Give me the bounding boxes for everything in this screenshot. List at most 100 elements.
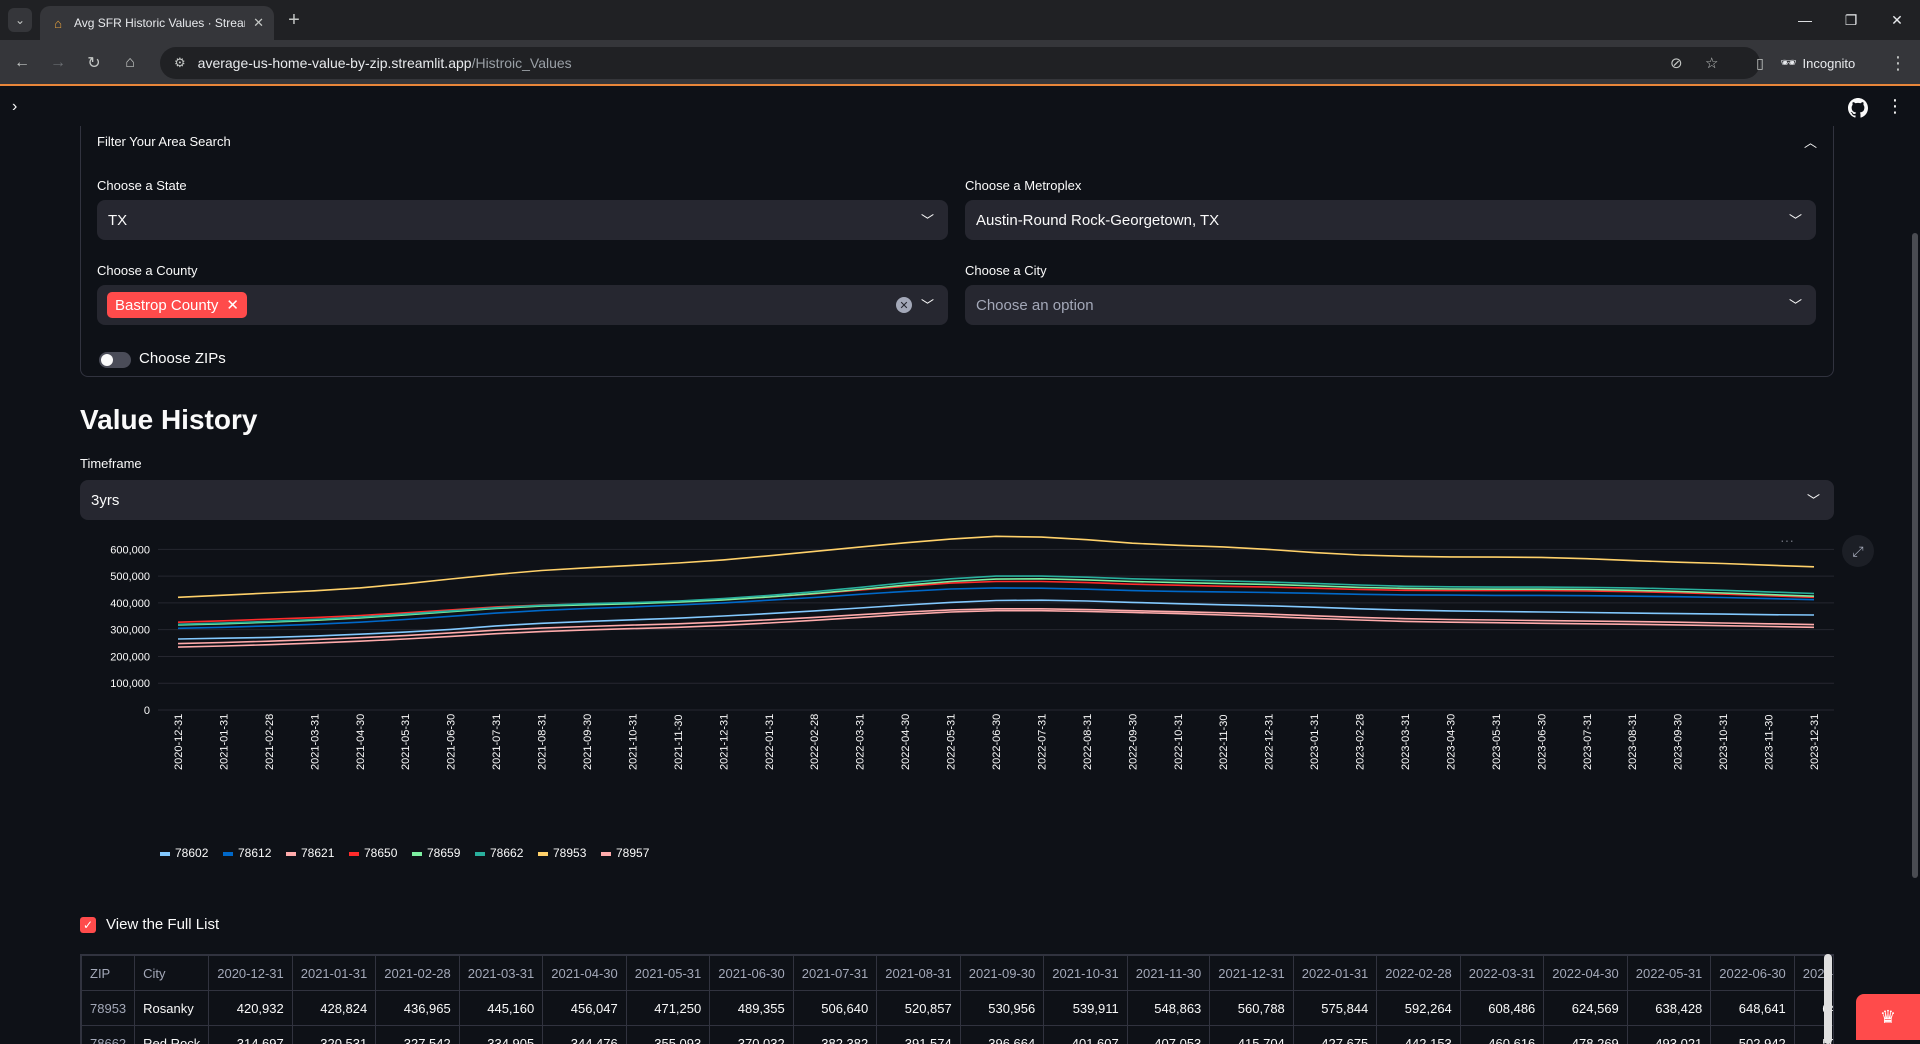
value-cell[interactable]: 548,863 xyxy=(1127,991,1210,1026)
tab-close-icon[interactable]: ✕ xyxy=(253,15,264,31)
value-cell[interactable]: 502,942 xyxy=(1711,1026,1795,1044)
streamlit-crown-icon[interactable]: ♛ xyxy=(1856,994,1920,1040)
value-cell[interactable]: 560,788 xyxy=(1210,991,1294,1026)
value-cell[interactable]: 415,704 xyxy=(1210,1026,1294,1044)
value-cell[interactable]: 420,932 xyxy=(209,991,293,1026)
side-panel-icon[interactable]: ▯ xyxy=(1746,49,1774,77)
browser-menu-icon[interactable]: ⋮ xyxy=(1884,49,1912,77)
column-header[interactable]: 2021-07-31 xyxy=(793,956,877,991)
column-header[interactable]: 2021-04-30 xyxy=(543,956,627,991)
value-cell[interactable]: 493,021 xyxy=(1627,1026,1711,1044)
timeframe-select[interactable]: 3yrs ﹀ xyxy=(80,480,1834,520)
metro-select[interactable]: Austin-Round Rock-Georgetown, TX ﹀ xyxy=(965,200,1816,240)
value-cell[interactable]: 334,905 xyxy=(459,1026,543,1044)
city-select[interactable]: Choose an option ﹀ xyxy=(965,285,1816,325)
value-cell[interactable]: 460,616 xyxy=(1460,1026,1544,1044)
county-multiselect[interactable]: Bastrop County✕ ✕ ﹀ xyxy=(97,285,948,325)
close-window-button[interactable]: ✕ xyxy=(1874,0,1920,40)
table-row[interactable]: 78662Red Rock314,697320,531327,542334,90… xyxy=(82,1026,1835,1044)
tag-remove-icon[interactable]: ✕ xyxy=(226,296,239,314)
value-cell[interactable]: 370,032 xyxy=(710,1026,794,1044)
value-cell[interactable]: 456,047 xyxy=(543,991,627,1026)
column-header[interactable]: 2022-04-30 xyxy=(1544,956,1628,991)
column-header[interactable]: City xyxy=(135,956,209,991)
zip-cell[interactable]: 78953 xyxy=(82,991,135,1026)
value-cell[interactable]: 445,160 xyxy=(459,991,543,1026)
value-cell[interactable]: 489,355 xyxy=(710,991,794,1026)
eye-off-icon[interactable]: ⊘ xyxy=(1670,47,1683,79)
value-cell[interactable]: 575,844 xyxy=(1293,991,1377,1026)
value-cell[interactable]: 608,486 xyxy=(1460,991,1544,1026)
restore-button[interactable]: ❐ xyxy=(1828,0,1874,40)
value-cell[interactable]: 436,965 xyxy=(376,991,460,1026)
browser-tab-active[interactable]: ⌂ Avg SFR Historic Values · Stream ✕ xyxy=(40,6,274,40)
column-header[interactable]: 2021-01-31 xyxy=(292,956,376,991)
column-header[interactable]: 2021-08-31 xyxy=(877,956,961,991)
value-cell[interactable]: 539,911 xyxy=(1044,991,1128,1026)
value-cell[interactable]: 355,093 xyxy=(626,1026,710,1044)
full-list-checkbox-row[interactable]: ✓ View the Full List xyxy=(80,916,219,933)
value-cell[interactable]: 428,824 xyxy=(292,991,376,1026)
column-header[interactable]: 2022-03-31 xyxy=(1460,956,1544,991)
address-bar[interactable]: ⚙ average-us-home-value-by-zip.streamlit… xyxy=(160,47,1760,79)
column-header[interactable]: 2021-09-30 xyxy=(960,956,1044,991)
value-cell[interactable]: 396,664 xyxy=(960,1026,1044,1044)
github-icon[interactable] xyxy=(1848,98,1868,118)
column-header[interactable]: 2021-06-30 xyxy=(710,956,794,991)
value-cell[interactable]: 638,428 xyxy=(1627,991,1711,1026)
value-cell[interactable]: 427,675 xyxy=(1293,1026,1377,1044)
column-header[interactable]: 2021-10-31 xyxy=(1044,956,1128,991)
column-header[interactable]: 2022-02-28 xyxy=(1377,956,1461,991)
column-header[interactable]: 2020-12-31 xyxy=(209,956,293,991)
sidebar-expand-icon[interactable]: › xyxy=(12,98,17,116)
home-icon[interactable]: ⌂ xyxy=(116,49,144,77)
value-cell[interactable]: 442,153 xyxy=(1377,1026,1461,1044)
back-arrow-icon[interactable]: ← xyxy=(8,49,36,77)
city-cell[interactable]: Rosanky xyxy=(135,991,209,1026)
column-header[interactable]: ZIP xyxy=(82,956,135,991)
value-cell[interactable]: 327,542 xyxy=(376,1026,460,1044)
fullscreen-icon[interactable]: ⤢ xyxy=(1842,535,1874,567)
value-cell[interactable]: 530,956 xyxy=(960,991,1044,1026)
value-cell[interactable]: 401,607 xyxy=(1044,1026,1128,1044)
value-cell[interactable]: 624,569 xyxy=(1544,991,1628,1026)
column-header[interactable]: 2021-12-31 xyxy=(1210,956,1294,991)
column-header[interactable]: 2021-05-31 xyxy=(626,956,710,991)
bookmark-star-icon[interactable]: ☆ xyxy=(1705,47,1718,79)
table-row[interactable]: 78953Rosanky420,932428,824436,965445,160… xyxy=(82,991,1835,1026)
value-cell[interactable]: 314,697 xyxy=(209,1026,293,1044)
column-header[interactable]: 2022-05-31 xyxy=(1627,956,1711,991)
value-cell[interactable]: 391,574 xyxy=(877,1026,961,1044)
minimize-button[interactable]: — xyxy=(1782,0,1828,40)
column-header[interactable]: 2021-11-30 xyxy=(1127,956,1210,991)
reload-icon[interactable]: ↻ xyxy=(80,49,108,77)
zip-toggle[interactable] xyxy=(99,352,131,368)
new-tab-button[interactable]: + xyxy=(282,8,306,32)
value-cell[interactable]: 382,382 xyxy=(793,1026,877,1044)
expander-title[interactable]: Filter Your Area Search xyxy=(97,134,231,149)
value-cell[interactable]: 478,269 xyxy=(1544,1026,1628,1044)
app-menu-icon[interactable]: ⋮ xyxy=(1886,96,1904,117)
forward-arrow-icon[interactable]: → xyxy=(44,49,72,77)
value-cell[interactable]: 648,641 xyxy=(1711,991,1795,1026)
column-header[interactable]: 2021-03-31 xyxy=(459,956,543,991)
checkbox-checked-icon[interactable]: ✓ xyxy=(80,917,96,933)
city-cell[interactable]: Red Rock xyxy=(135,1026,209,1044)
column-header[interactable]: 2022-01-31 xyxy=(1293,956,1377,991)
value-cell[interactable]: 320,531 xyxy=(292,1026,376,1044)
chevron-up-icon[interactable]: ︿ xyxy=(1804,132,1817,151)
county-tag[interactable]: Bastrop County✕ xyxy=(107,292,247,318)
zip-cell[interactable]: 78662 xyxy=(82,1026,135,1044)
incognito-profile-button[interactable]: 🕶 Incognito xyxy=(1780,49,1855,77)
tab-search-button[interactable]: ⌄ xyxy=(8,8,32,32)
table-scrollbar[interactable] xyxy=(1824,954,1832,1044)
state-select[interactable]: TX ﹀ xyxy=(97,200,948,240)
page-scrollbar[interactable] xyxy=(1912,233,1918,878)
column-header[interactable]: 2021-02-28 xyxy=(376,956,460,991)
value-cell[interactable]: 592,264 xyxy=(1377,991,1461,1026)
value-cell[interactable]: 344,476 xyxy=(543,1026,627,1044)
value-cell[interactable]: 407,053 xyxy=(1127,1026,1210,1044)
column-header[interactable]: 2022-06-30 xyxy=(1711,956,1795,991)
value-cell[interactable]: 506,640 xyxy=(793,991,877,1026)
site-settings-icon[interactable]: ⚙ xyxy=(174,55,186,71)
